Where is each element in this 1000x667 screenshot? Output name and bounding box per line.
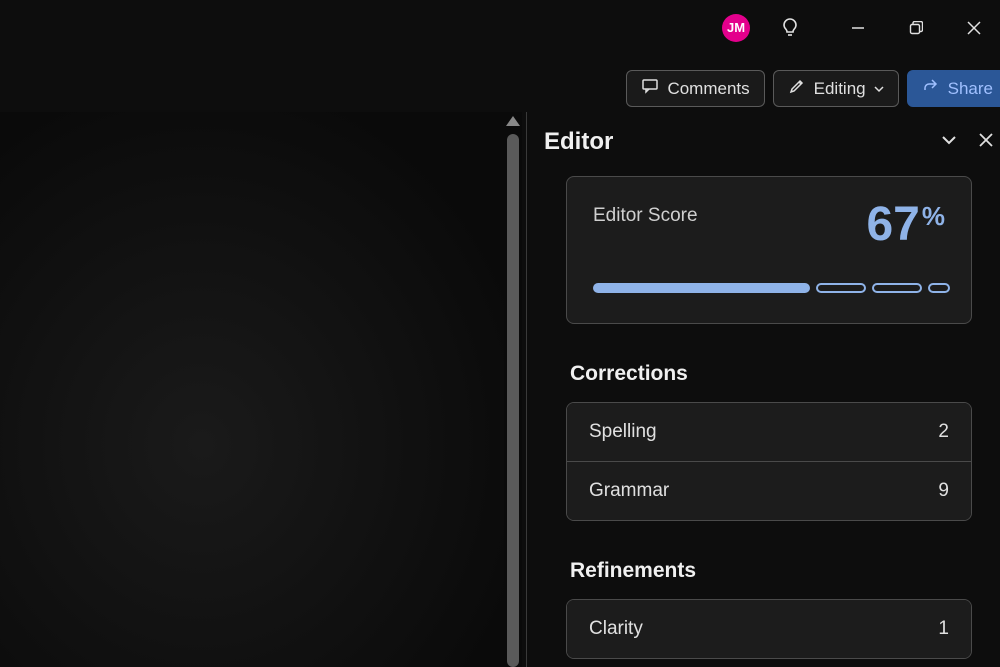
ribbon-toolbar: Comments Editing Share [626, 70, 1000, 107]
comment-icon [641, 77, 659, 100]
collapse-icon[interactable] [940, 131, 958, 154]
editing-label: Editing [814, 79, 866, 99]
restore-button[interactable] [898, 10, 934, 46]
title-bar: JM [722, 0, 1000, 55]
refinements-list: Clarity 1 [566, 599, 972, 659]
list-item-clarity[interactable]: Clarity 1 [567, 600, 971, 658]
percent-symbol: % [922, 203, 945, 229]
progress-segment [872, 283, 922, 293]
document-area[interactable] [0, 112, 504, 667]
list-count: 9 [938, 480, 949, 502]
corrections-heading: Corrections [570, 362, 1000, 386]
editor-score-card[interactable]: Editor Score 67 % [566, 176, 972, 324]
editor-panel: Editor Editor Score 67 % Corrections [540, 120, 1000, 667]
score-value: 67 % [866, 201, 945, 249]
avatar-initials: JM [727, 20, 745, 35]
progress-segment [928, 283, 950, 293]
lightbulb-icon[interactable] [772, 10, 808, 46]
share-label: Share [948, 79, 993, 99]
panel-title: Editor [544, 128, 613, 156]
list-item-spelling[interactable]: Spelling 2 [567, 403, 971, 461]
list-label: Clarity [589, 618, 643, 640]
avatar[interactable]: JM [722, 14, 750, 42]
refinements-heading: Refinements [570, 559, 1000, 583]
corrections-list: Spelling 2 Grammar 9 [566, 402, 972, 521]
progress-segment [816, 283, 866, 293]
score-label: Editor Score [593, 205, 698, 227]
list-count: 1 [938, 618, 949, 640]
pencil-icon [788, 77, 806, 100]
panel-divider [526, 112, 527, 667]
chevron-down-icon [874, 79, 884, 99]
list-label: Spelling [589, 421, 657, 443]
share-icon [922, 77, 940, 100]
list-item-grammar[interactable]: Grammar 9 [567, 461, 971, 520]
editing-button[interactable]: Editing [773, 70, 899, 107]
list-count: 2 [938, 421, 949, 443]
close-panel-icon[interactable] [978, 132, 994, 153]
comments-label: Comments [667, 79, 749, 99]
scrollbar[interactable] [504, 112, 522, 667]
score-progress [593, 283, 945, 293]
share-button[interactable]: Share [907, 70, 1000, 107]
progress-segment [593, 283, 810, 293]
scroll-up-icon[interactable] [506, 116, 520, 126]
panel-header: Editor [540, 120, 1000, 176]
scrollbar-thumb[interactable] [507, 134, 519, 667]
list-label: Grammar [589, 480, 669, 502]
minimize-button[interactable] [840, 10, 876, 46]
close-button[interactable] [956, 10, 992, 46]
comments-button[interactable]: Comments [626, 70, 764, 107]
